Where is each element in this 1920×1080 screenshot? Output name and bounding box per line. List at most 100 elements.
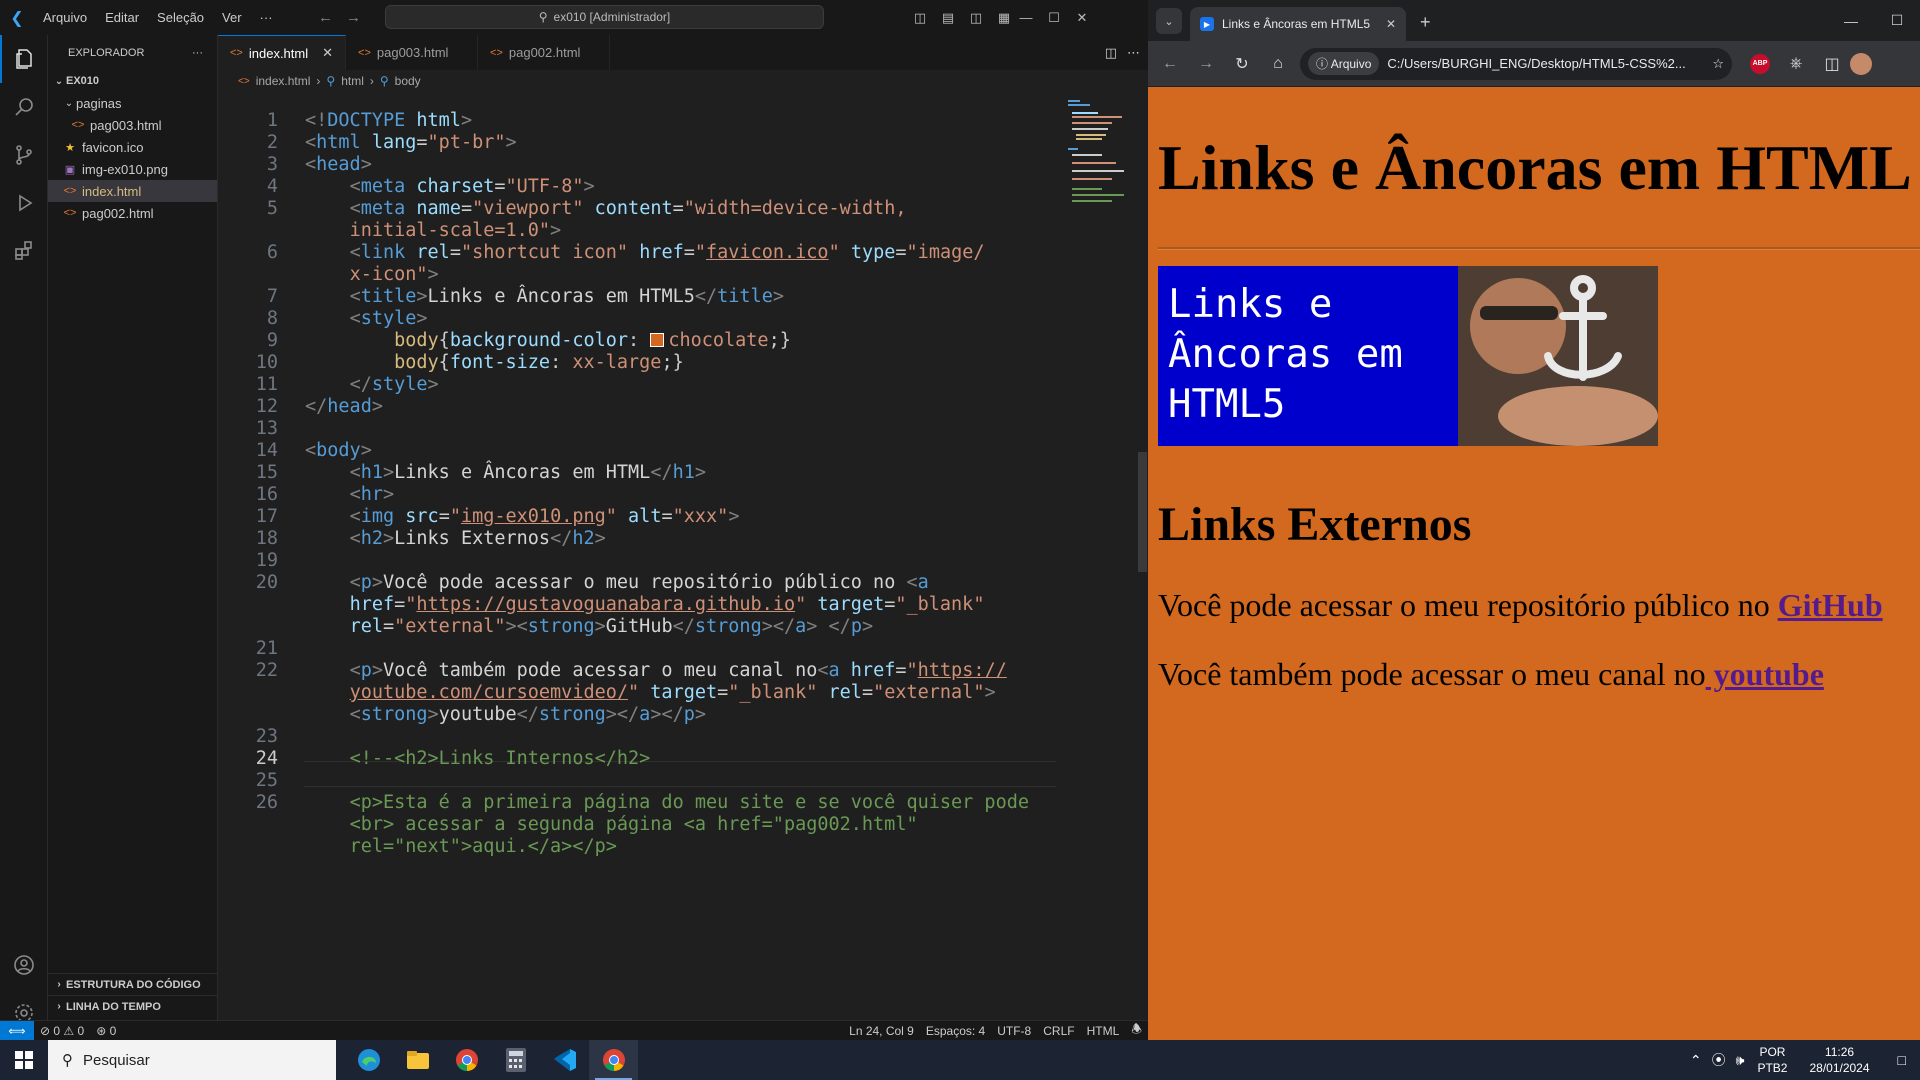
line-number: 18 [255, 528, 278, 549]
tree-item-label: index.html [82, 183, 142, 199]
minimize-icon[interactable]: — [1828, 0, 1874, 41]
page-heading: Links e Âncoras em HTML [1158, 132, 1912, 203]
timeline-section[interactable]: › LINHA DO TEMPO [48, 995, 218, 1017]
chevron-down-icon: ⌄ [54, 75, 64, 87]
ports-indicator[interactable]: ⊛ 0 [90, 1024, 122, 1038]
close-tab-icon[interactable]: ✕ [1386, 17, 1396, 31]
taskbar-calculator[interactable] [491, 1040, 540, 1080]
extensions-activity[interactable] [0, 227, 48, 275]
tab-pag002[interactable]: <> pag002.html [478, 35, 611, 70]
tree-item-label: img-ex010.png [82, 161, 168, 177]
input-language[interactable]: POR PTB2 [1749, 1044, 1795, 1076]
chrome-tab[interactable]: ▶ Links e Âncoras em HTML5 ✕ [1190, 7, 1406, 41]
tree-item-paginas[interactable]: ⌄ paginas [48, 92, 217, 114]
side-panel-icon[interactable]: ◫ [1814, 54, 1850, 74]
network-icon[interactable]: ⦿ [1707, 1050, 1731, 1070]
workspace-folder[interactable]: ⌄ EX010 [48, 70, 217, 92]
chrome-window: ⌄ ▶ Links e Âncoras em HTML5 ✕ + — ☐ ← →… [1148, 0, 1920, 1040]
more-actions-icon[interactable]: ⋯ [1127, 45, 1140, 61]
nav-forward-icon[interactable]: → [340, 9, 368, 26]
close-tab-icon[interactable]: ✕ [322, 45, 333, 61]
warning-count: 0 [77, 1023, 85, 1038]
tree-item-pag002[interactable]: <> pag002.html [48, 202, 217, 224]
taskbar-chrome-active[interactable] [589, 1040, 638, 1080]
source-control-activity[interactable] [0, 131, 48, 179]
youtube-link[interactable]: youtube [1706, 656, 1824, 692]
code-line: <p>Você também pode acessar o meu canal … [349, 660, 1007, 681]
search-placeholder: Pesquisar [83, 1051, 150, 1069]
taskbar-file-explorer[interactable] [393, 1040, 442, 1080]
taskbar-vscode[interactable] [540, 1040, 589, 1080]
taskbar-chrome[interactable] [442, 1040, 491, 1080]
taskbar-edge[interactable] [344, 1040, 393, 1080]
maximize-icon[interactable]: ☐ [1874, 0, 1920, 41]
remote-indicator-icon[interactable]: ⟺ [0, 1020, 34, 1040]
code-editor[interactable]: 1 2 3 4 5 6 7 8 9 10 11 12 13 14 15 16 17 18 19 20 21 22 23 24 2… [218, 92, 1060, 1020]
problems-indicator[interactable]: ⊘ 0 ⚠ 0 [34, 1024, 90, 1038]
breadcrumb-file[interactable]: index.html [256, 74, 311, 88]
breadcrumb-html[interactable]: html [341, 74, 364, 88]
toggle-primary-sidebar-icon[interactable]: ◫ [906, 10, 934, 26]
editor-scrollbar[interactable] [1136, 92, 1148, 1020]
tab-pag003[interactable]: <> pag003.html [346, 35, 479, 70]
forward-icon[interactable]: → [1188, 55, 1224, 73]
line-number: 2 [266, 132, 278, 153]
explorer-more-icon[interactable]: ··· [192, 47, 203, 59]
code-line: <meta name="viewport" content="width=dev… [349, 198, 907, 219]
site-info-chip[interactable]: ⓘ Arquivo [1308, 52, 1380, 75]
menu-selecao[interactable]: Seleção [148, 10, 213, 25]
back-icon[interactable]: ← [1152, 55, 1188, 73]
tree-item-img[interactable]: ▣ img-ex010.png [48, 158, 217, 180]
tab-label: index.html [248, 45, 309, 61]
breadcrumb-body[interactable]: body [395, 74, 421, 88]
extensions-puzzle-icon[interactable]: ⎈ [1778, 55, 1814, 73]
tab-search-icon[interactable]: ⌄ [1156, 8, 1182, 34]
accounts-activity[interactable] [0, 941, 48, 989]
scrollbar-thumb[interactable] [1138, 452, 1147, 572]
toggle-secondary-sidebar-icon[interactable]: ◫ [962, 10, 990, 26]
minimap[interactable] [1064, 92, 1134, 212]
menu-more[interactable]: ··· [251, 10, 282, 25]
run-debug-activity[interactable] [0, 179, 48, 227]
tree-item-favicon[interactable]: ★ favicon.ico [48, 136, 217, 158]
close-icon[interactable]: ✕ [1068, 10, 1096, 26]
volume-icon[interactable]: 🕪 [1731, 1052, 1750, 1069]
tree-item-label: paginas [76, 95, 122, 111]
cursor-position[interactable]: Ln 24, Col 9 [843, 1024, 920, 1038]
reload-icon[interactable]: ↻ [1224, 54, 1260, 74]
notification-center-icon[interactable]: □ [1884, 1052, 1920, 1068]
taskbar-search[interactable]: ⚲ Pesquisar [48, 1040, 336, 1080]
encoding[interactable]: UTF-8 [991, 1024, 1037, 1038]
menu-ver[interactable]: Ver [213, 10, 251, 25]
minimize-icon[interactable]: — [1012, 10, 1040, 25]
tab-index[interactable]: <> index.html ✕ [218, 35, 347, 70]
new-tab-icon[interactable]: + [1420, 12, 1431, 33]
code-line: <head> [305, 154, 372, 175]
menu-arquivo[interactable]: Arquivo [34, 10, 96, 25]
explorer-activity[interactable] [0, 35, 48, 83]
home-icon[interactable]: ⌂ [1260, 55, 1296, 73]
tree-item-pag003[interactable]: <> pag003.html [48, 114, 217, 136]
toggle-panel-icon[interactable]: ▤ [934, 10, 962, 26]
outline-section[interactable]: › ESTRUTURA DO CÓDIGO [48, 973, 218, 995]
language-mode[interactable]: HTML [1081, 1024, 1126, 1038]
search-activity[interactable] [0, 83, 48, 131]
bookmark-star-icon[interactable]: ☆ [1712, 56, 1724, 72]
chevron-up-icon[interactable]: ⌃ [1685, 1052, 1707, 1069]
tree-item-index[interactable]: <> index.html [48, 180, 217, 202]
maximize-icon[interactable]: ☐ [1040, 10, 1068, 26]
nav-back-icon[interactable]: ← [312, 9, 340, 26]
notifications-bell-icon[interactable]: 🕭 [1125, 1020, 1148, 1040]
split-editor-icon[interactable]: ◫ [1105, 45, 1117, 61]
address-bar[interactable]: ⓘ Arquivo C:/Users/BURGHI_ENG/Desktop/HT… [1300, 47, 1732, 80]
color-swatch-icon[interactable] [650, 333, 665, 347]
indentation[interactable]: Espaços: 4 [920, 1024, 991, 1038]
profile-avatar[interactable] [1850, 52, 1872, 75]
command-center[interactable]: ⚲ ex010 [Administrador] [385, 5, 824, 29]
line-endings[interactable]: CRLF [1037, 1024, 1080, 1038]
start-button[interactable] [0, 1040, 48, 1080]
github-link[interactable]: GitHub [1778, 587, 1883, 623]
adblock-extension-icon[interactable]: ABP [1750, 53, 1770, 74]
menu-editar[interactable]: Editar [96, 10, 148, 25]
clock[interactable]: 11:26 28/01/2024 [1795, 1044, 1883, 1076]
